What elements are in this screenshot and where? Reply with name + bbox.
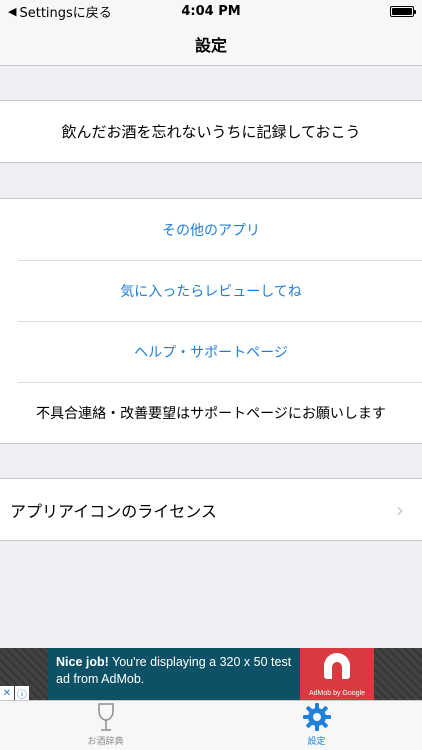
ad-headline: Nice job! xyxy=(56,655,109,669)
tab-label: 設定 xyxy=(307,737,326,747)
tab-settings[interactable]: 設定 xyxy=(211,701,422,750)
ad-text: Nice job! You're displaying a 320 x 50 t… xyxy=(48,648,300,700)
ad-content[interactable]: Nice job! You're displaying a 320 x 50 t… xyxy=(48,648,374,700)
ad-close-icon[interactable]: ✕ xyxy=(0,686,14,700)
tab-sake-dictionary[interactable]: お酒辞典 xyxy=(0,701,211,750)
ad-banner[interactable]: Nice job! You're displaying a 320 x 50 t… xyxy=(0,648,422,701)
bug-report-note: 不具合連絡・改善要望はサポートページにお願いします xyxy=(0,382,422,443)
wine-glass-icon xyxy=(97,703,114,731)
navigation-bar: 設定 xyxy=(0,22,422,66)
chevron-right-icon: › xyxy=(396,497,404,522)
page-title: 設定 xyxy=(194,35,227,55)
review-link[interactable]: 気に入ったらレビューしてね xyxy=(0,260,422,321)
back-label: Settingsに戻る xyxy=(19,5,112,21)
ad-choices[interactable]: ✕ ⓘ xyxy=(0,686,29,701)
icon-license-label: アプリアイコンのライセンス xyxy=(10,501,217,521)
section-intro: 飲んだお酒を忘れないうちに記録しておこう xyxy=(0,100,422,163)
help-support-link[interactable]: ヘルプ・サポートページ xyxy=(0,321,422,382)
tab-bar: お酒辞典 設定 xyxy=(0,700,422,750)
back-arrow-icon: ◀ xyxy=(8,4,17,18)
status-bar: ◀ Settingsに戻る 4:04 PM xyxy=(0,0,422,22)
tab-label: お酒辞典 xyxy=(87,737,124,747)
admob-logo: AdMob by Google xyxy=(300,648,374,700)
battery-icon xyxy=(390,5,416,17)
section-license: アプリアイコンのライセンス › xyxy=(0,478,422,541)
admob-logo-icon xyxy=(324,653,350,679)
other-apps-link[interactable]: その他のアプリ xyxy=(0,199,422,260)
admob-logo-caption: AdMob by Google xyxy=(308,690,366,697)
intro-message: 飲んだお酒を忘れないうちに記録しておこう xyxy=(61,123,361,141)
back-to-settings[interactable]: ◀ Settingsに戻る xyxy=(8,2,112,21)
icon-license-row[interactable]: アプリアイコンのライセンス › xyxy=(0,479,422,540)
ad-info-icon[interactable]: ⓘ xyxy=(15,686,29,701)
gear-icon xyxy=(302,703,331,731)
section-links: その他のアプリ 気に入ったらレビューしてね ヘルプ・サポートページ 不具合連絡・… xyxy=(0,198,422,444)
